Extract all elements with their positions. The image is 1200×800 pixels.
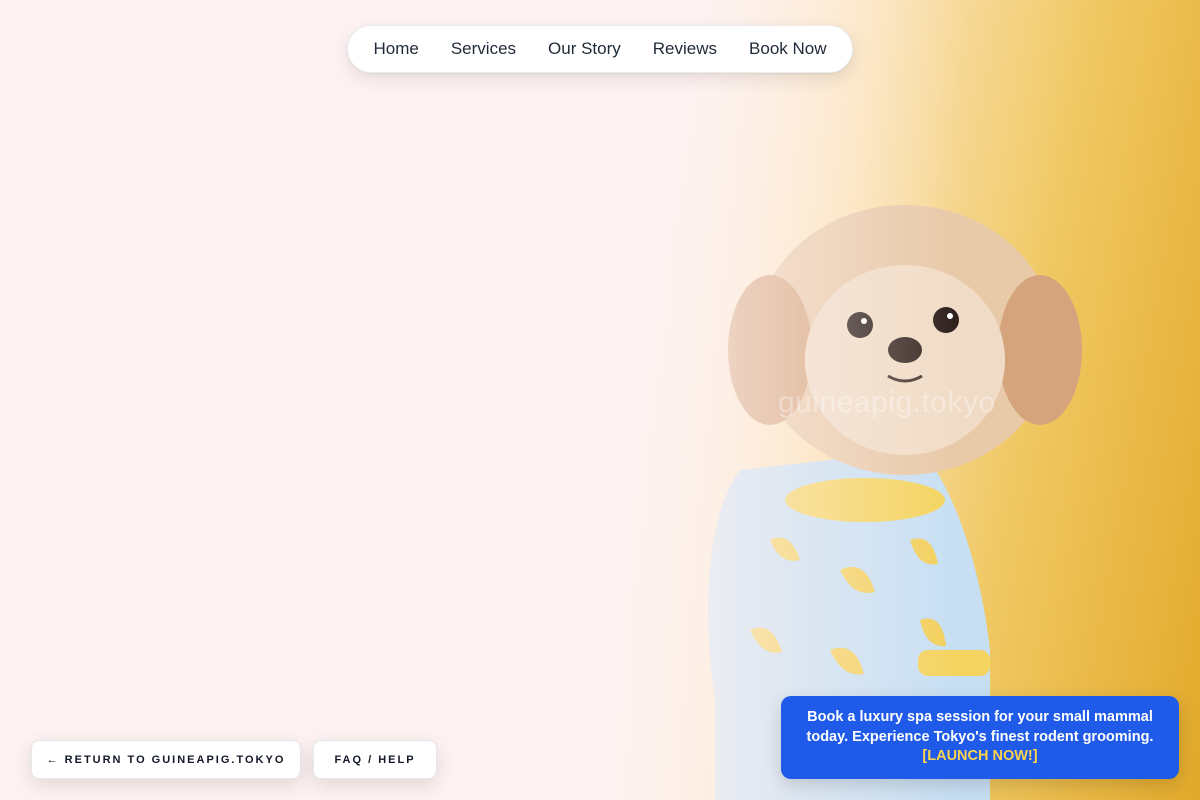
launch-now-link[interactable]: [LAUNCH NOW!] [922,748,1037,764]
nav-reviews[interactable]: Reviews [653,39,717,59]
nav-our-story[interactable]: Our Story [548,39,621,59]
nav-home[interactable]: Home [373,39,418,59]
promo-banner: Book a luxury spa session for your small… [781,696,1179,779]
nav-services[interactable]: Services [451,39,516,59]
watermark-text: guineapig.tokyo [778,386,996,419]
faq-help-button[interactable]: FAQ / HELP [313,740,437,779]
nav-book-now[interactable]: Book Now [749,39,826,59]
promo-text: Book a luxury spa session for your small… [806,709,1154,745]
return-button[interactable]: ← RETURN TO GUINEAPIG.TOKYO [31,740,301,779]
top-navigation: Home Services Our Story Reviews Book Now [347,25,853,73]
